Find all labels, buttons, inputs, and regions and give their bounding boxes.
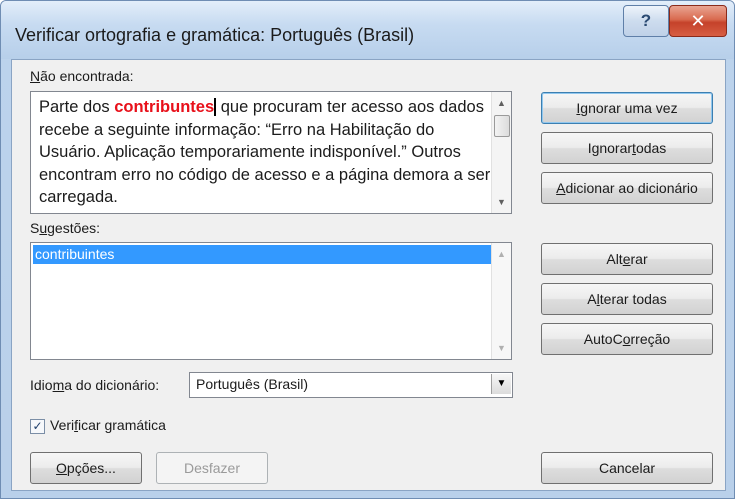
check-grammar-label[interactable]: Verificar gramática bbox=[50, 417, 166, 433]
ignore-all-button[interactable]: Ignorar t odas bbox=[541, 132, 713, 164]
textbox-scrollbar[interactable]: ▲ ▼ bbox=[491, 92, 511, 213]
sentence-text[interactable]: Parte dos contribuntes que procuram ter … bbox=[39, 96, 499, 209]
scroll-down-icon[interactable]: ▼ bbox=[492, 193, 511, 211]
misspelled-word: contribuntes bbox=[114, 98, 217, 116]
change-all-button[interactable]: Al terar todas bbox=[541, 283, 713, 315]
ignore-once-button[interactable]: Ignorar uma vez bbox=[541, 92, 713, 124]
dictionary-language-label: Idioma do dicionário: bbox=[30, 377, 160, 393]
add-to-dictionary-button[interactable]: Adicionar ao dicionário bbox=[541, 172, 713, 204]
not-found-textbox[interactable]: Parte dos contribuntes que procuram ter … bbox=[30, 91, 512, 214]
options-button[interactable]: Opções... bbox=[30, 452, 142, 484]
change-button[interactable]: Alt e rar bbox=[541, 243, 713, 275]
chevron-down-icon[interactable]: ▼ bbox=[491, 374, 511, 394]
scroll-down-icon: ▼ bbox=[497, 343, 506, 353]
suggestions-list[interactable]: contribuintes ▲ ▼ bbox=[30, 242, 512, 360]
close-button[interactable]: ✕ bbox=[669, 5, 727, 37]
scroll-up-icon[interactable]: ▲ bbox=[492, 94, 511, 112]
suggestions-label: Sugestões: bbox=[30, 220, 101, 236]
title-bar[interactable]: Verificar ortografia e gramática: Portug… bbox=[1, 1, 734, 59]
help-button[interactable]: ? bbox=[623, 5, 669, 37]
not-found-label: Não encontrada: bbox=[30, 68, 134, 84]
autocorrect-button[interactable]: AutoC o rreção bbox=[541, 323, 713, 355]
suggestion-item[interactable]: contribuintes bbox=[33, 245, 491, 264]
list-scrollbar: ▲ ▼ bbox=[491, 243, 511, 359]
window-title: Verificar ortografia e gramática: Portug… bbox=[15, 25, 415, 45]
spell-check-dialog: Verificar ortografia e gramática: Portug… bbox=[0, 0, 735, 499]
dictionary-language-value: Português (Brasil) bbox=[196, 376, 309, 392]
scroll-up-icon: ▲ bbox=[497, 249, 506, 259]
question-icon: ? bbox=[640, 11, 652, 30]
close-icon: ✕ bbox=[690, 10, 706, 31]
dialog-body: Não encontrada: Parte dos contribuntes q… bbox=[11, 59, 726, 491]
dictionary-language-select[interactable]: Português (Brasil) ▼ bbox=[189, 372, 513, 398]
scroll-thumb[interactable] bbox=[494, 115, 510, 137]
undo-button[interactable]: Desfazer bbox=[156, 452, 268, 484]
check-grammar-checkbox[interactable]: ✓ bbox=[30, 419, 45, 434]
cancel-button[interactable]: Cancelar bbox=[541, 452, 713, 484]
